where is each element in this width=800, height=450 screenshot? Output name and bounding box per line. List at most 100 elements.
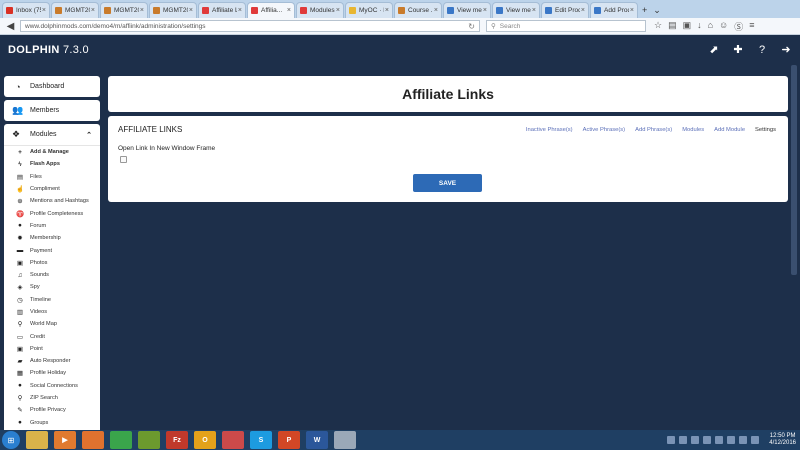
smiley-icon[interactable]: ☺: [719, 20, 728, 33]
download-icon[interactable]: ↓: [697, 20, 702, 33]
explorer-icon[interactable]: [26, 431, 48, 449]
logout-icon[interactable]: ➜: [780, 44, 792, 56]
panel-link[interactable]: Modules: [682, 127, 704, 133]
module-item[interactable]: ◈ Spy: [4, 281, 100, 293]
home-icon[interactable]: ⌂: [708, 20, 713, 33]
tray-icon[interactable]: [715, 436, 724, 444]
volume-icon[interactable]: [751, 436, 760, 444]
browser-tab[interactable]: View mes...×: [492, 2, 540, 18]
open-new-window-checkbox[interactable]: [120, 156, 127, 163]
browser-tab[interactable]: Affilia... ×: [247, 2, 295, 18]
browser-tab[interactable]: View mes...×: [443, 2, 491, 18]
module-item[interactable]: ϟ Flash Apps: [4, 158, 100, 170]
reload-icon[interactable]: ↻: [468, 22, 475, 31]
close-tab-icon[interactable]: ×: [630, 7, 634, 14]
module-item[interactable]: ☝ Compliment: [4, 183, 100, 195]
start-button[interactable]: ⊞: [2, 431, 20, 449]
tray-icon[interactable]: [727, 436, 736, 444]
external-link-icon[interactable]: ⬈: [708, 44, 720, 56]
skype-icon[interactable]: S: [250, 431, 272, 449]
network-icon[interactable]: [739, 436, 748, 444]
module-item[interactable]: ⚲ World Map: [4, 318, 100, 330]
module-item[interactable]: ▥ Videos: [4, 306, 100, 318]
panel-link[interactable]: Settings: [755, 127, 776, 133]
module-item[interactable]: ▭ Credit: [4, 330, 100, 342]
close-tab-icon[interactable]: ×: [287, 7, 291, 14]
module-item[interactable]: ♈ Profile Completeness: [4, 207, 100, 219]
module-item[interactable]: ⊕ Mentions and Hashtags: [4, 195, 100, 207]
system-clock[interactable]: 12:50 PM 4/12/2016: [769, 433, 796, 447]
reading-list-icon[interactable]: ▤: [668, 20, 677, 33]
skype-icon[interactable]: Ⓢ: [734, 20, 743, 33]
brand-logo[interactable]: DOLPHIN 7.3.0: [8, 44, 89, 56]
tray-icon[interactable]: [679, 436, 688, 444]
panel-link[interactable]: Active Phrase(s): [583, 127, 626, 133]
module-item[interactable]: ▣ Point: [4, 343, 100, 355]
close-tab-icon[interactable]: ×: [385, 7, 389, 14]
browser-tab[interactable]: Edit Prod...×: [541, 2, 589, 18]
star-icon[interactable]: ☆: [654, 20, 662, 33]
close-tab-icon[interactable]: ×: [336, 7, 340, 14]
panel-link[interactable]: Add Phrase(s): [635, 127, 672, 133]
module-item[interactable]: ◷ Timeline: [4, 294, 100, 306]
module-item[interactable]: + Add & Manage: [4, 146, 100, 158]
word-icon[interactable]: W: [306, 431, 328, 449]
sidebar-item-dashboard[interactable]: ◔ Dashboard: [4, 76, 100, 97]
browser-tab[interactable]: MyOC · D...×: [345, 2, 393, 18]
browser-tab[interactable]: Affiliate L...×: [198, 2, 246, 18]
browser-tab[interactable]: Inbox (75...×: [2, 2, 50, 18]
help-icon[interactable]: ?: [756, 44, 768, 56]
media-player-icon[interactable]: ▶: [54, 431, 76, 449]
browser-tab[interactable]: Modules ×: [296, 2, 344, 18]
close-tab-icon[interactable]: ×: [91, 7, 95, 14]
paint-icon[interactable]: [222, 431, 244, 449]
back-button[interactable]: ◀: [4, 20, 17, 33]
notepad-icon[interactable]: [334, 431, 356, 449]
module-item[interactable]: ▣ Photos: [4, 257, 100, 269]
chevron-up-icon[interactable]: ⌃: [86, 131, 92, 139]
browser-tab[interactable]: Add Prod...×: [590, 2, 638, 18]
module-item[interactable]: ⚲ ZIP Search: [4, 392, 100, 404]
tab-list-icon[interactable]: ⌄: [650, 2, 664, 18]
filezilla-icon[interactable]: Fz: [166, 431, 188, 449]
close-tab-icon[interactable]: ×: [238, 7, 242, 14]
puzzle-icon[interactable]: ✚: [732, 44, 744, 56]
tray-icon[interactable]: [691, 436, 700, 444]
scrollbar-thumb[interactable]: [791, 65, 797, 275]
module-item[interactable]: ✹ Membership: [4, 232, 100, 244]
module-item[interactable]: ● Social Connections: [4, 380, 100, 392]
lock-icon[interactable]: ▣: [683, 20, 692, 33]
powerpoint-icon[interactable]: P: [278, 431, 300, 449]
browser-tab[interactable]: MGMT20...×: [149, 2, 197, 18]
module-item[interactable]: ● Forum: [4, 220, 100, 232]
close-tab-icon[interactable]: ×: [42, 7, 46, 14]
module-item[interactable]: ● Groups: [4, 417, 100, 429]
close-tab-icon[interactable]: ×: [434, 7, 438, 14]
outlook-icon[interactable]: O: [194, 431, 216, 449]
module-item[interactable]: ▦ Profile Holiday: [4, 367, 100, 379]
page-scrollbar[interactable]: [790, 65, 798, 430]
browser-tab[interactable]: MGMT20...×: [51, 2, 99, 18]
close-tab-icon[interactable]: ×: [140, 7, 144, 14]
search-input[interactable]: ⚲ Search: [486, 20, 646, 32]
tray-icon[interactable]: [667, 436, 676, 444]
save-button[interactable]: SAVE: [413, 174, 482, 192]
browser-tab[interactable]: Course ...×: [394, 2, 442, 18]
tray-icon[interactable]: [703, 436, 712, 444]
close-tab-icon[interactable]: ×: [483, 7, 487, 14]
module-item[interactable]: ▤ Files: [4, 171, 100, 183]
module-item[interactable]: ▬ Payment: [4, 244, 100, 256]
browser-tab[interactable]: MGMT20...×: [100, 2, 148, 18]
frog-app-icon[interactable]: [138, 431, 160, 449]
module-item[interactable]: ♫ Sounds: [4, 269, 100, 281]
module-item[interactable]: ▰ Auto Responder: [4, 355, 100, 367]
chrome-icon[interactable]: [110, 431, 132, 449]
sidebar-item-members[interactable]: 👥 Members: [4, 100, 100, 121]
sidebar-item-modules[interactable]: ❖ Modules ⌃: [4, 124, 100, 146]
module-item[interactable]: ✎ Profile Privacy: [4, 404, 100, 416]
panel-link[interactable]: Inactive Phrase(s): [526, 127, 573, 133]
url-bar[interactable]: www.dolphinmods.com/demo4/m/affiink/admi…: [20, 20, 480, 32]
close-tab-icon[interactable]: ×: [581, 7, 585, 14]
panel-link[interactable]: Add Module: [714, 127, 745, 133]
firefox-icon[interactable]: [82, 431, 104, 449]
